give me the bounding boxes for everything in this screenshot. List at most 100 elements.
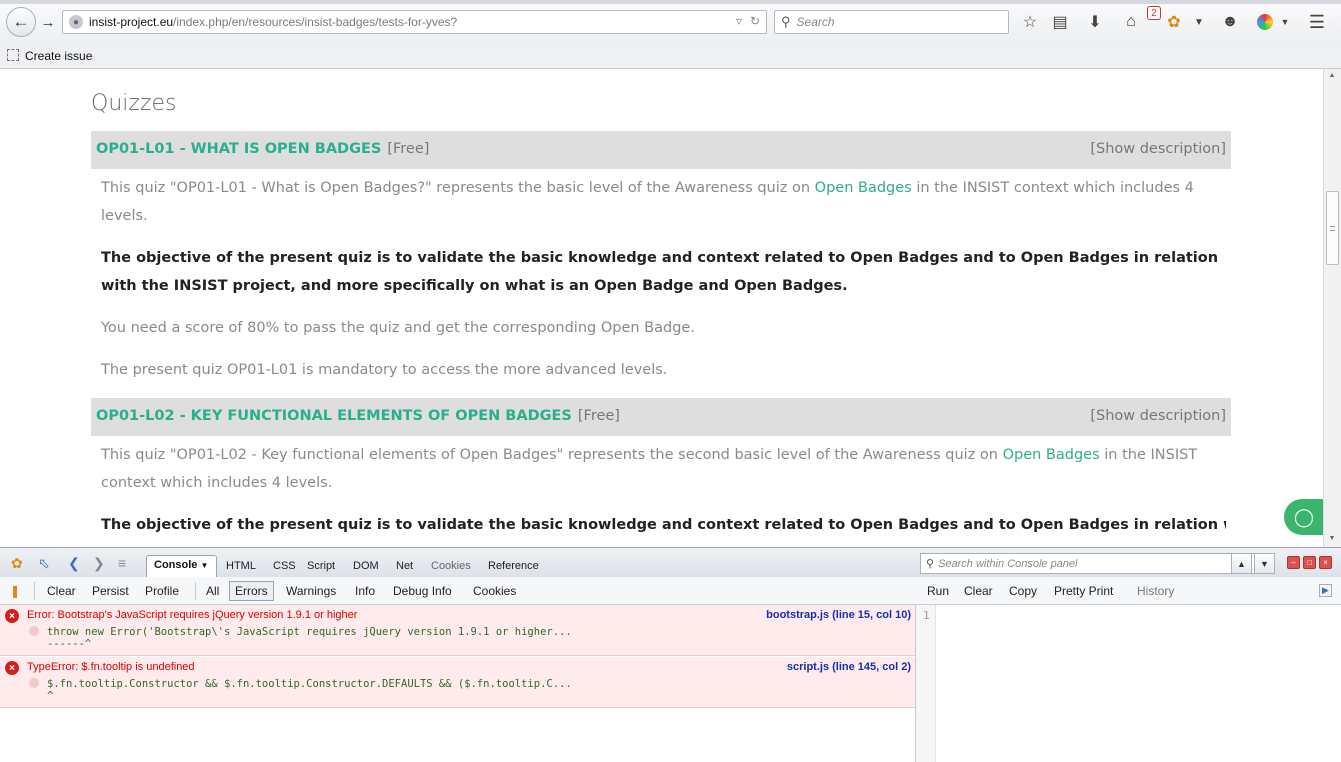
firebug-bug-icon[interactable]: ✿	[11, 555, 23, 572]
inspect-element-icon[interactable]: ⬁	[38, 555, 50, 572]
firebug-icon[interactable]: ✿	[1163, 11, 1185, 33]
error-message: Error: Bootstrap's JavaScript requires j…	[27, 609, 358, 621]
reload-icon[interactable]: ↻	[750, 14, 760, 28]
forward-arrow-icon: →	[40, 13, 56, 31]
notification-badge: 2	[1147, 6, 1161, 20]
error-code-line: $.fn.tooltip.Constructor && $.fn.tooltip…	[47, 678, 572, 690]
filter-errors-button[interactable]: Errors	[229, 581, 274, 601]
quiz-intro: This quiz "OP01-L02 - Key functional ele…	[101, 441, 1221, 497]
search-prev-button[interactable]: ▲	[1231, 553, 1252, 574]
run-button[interactable]: Run	[927, 584, 949, 598]
address-bar[interactable]: ● insist-project.eu/index.php/en/resourc…	[62, 10, 767, 34]
tab-css[interactable]: CSS	[273, 560, 296, 572]
tab-console[interactable]: Console ▼	[146, 555, 218, 578]
show-description-link[interactable]: [Show description]	[1090, 141, 1226, 157]
bookmark-star-icon[interactable]: ☆	[1019, 11, 1041, 33]
detach-panel-button[interactable]: □	[1303, 556, 1316, 569]
clear-button[interactable]: Clear	[47, 584, 76, 598]
url-text[interactable]: insist-project.eu/index.php/en/resources…	[89, 15, 457, 29]
bookmark-create-issue[interactable]: Create issue	[25, 49, 92, 63]
console-search-input[interactable]: ⚲ Search within Console panel	[920, 553, 1275, 574]
browser-toolbar: ← → ● insist-project.eu/index.php/en/res…	[0, 0, 1341, 44]
scroll-up-icon[interactable]: ▲	[1328, 72, 1336, 79]
quiz-title-link[interactable]: OP01-L02 - KEY FUNCTIONAL ELEMENTS OF OP…	[96, 408, 572, 424]
url-host: insist-project.eu	[89, 15, 174, 29]
tab-net[interactable]: Net	[396, 560, 413, 572]
quiz-objective: The objective of the present quiz is to …	[101, 250, 1219, 294]
scrollbar-thumb[interactable]	[1326, 191, 1339, 265]
persist-button[interactable]: Persist	[92, 584, 129, 598]
intro-text: This quiz "OP01-L01 - What is Open Badge…	[101, 180, 815, 196]
error-source-link[interactable]: bootstrap.js (line 15, col 10)	[766, 609, 911, 621]
quiz-title-link[interactable]: OP01-L01 - WHAT IS OPEN BADGES	[96, 141, 381, 157]
error-caret: ------^	[47, 638, 92, 650]
hamburger-menu-icon[interactable]: ☰	[1306, 11, 1328, 33]
chat-bubble-icon: ◯	[1293, 506, 1315, 528]
error-icon: ×	[5, 609, 19, 623]
firebug-tabbar: ✿ ⬁ ❮ ❯ ≡ Console ▼ HTML CSS Script DOM …	[0, 547, 1341, 578]
close-panel-button[interactable]: ×	[1319, 556, 1332, 569]
minimize-panel-button[interactable]: –	[1287, 556, 1300, 569]
open-badges-link[interactable]: Open Badges	[815, 180, 912, 196]
command-editor-icon[interactable]: ≡	[118, 555, 126, 571]
tab-reference[interactable]: Reference	[488, 560, 539, 572]
chevron-down-icon[interactable]: ▼	[1188, 11, 1210, 33]
filter-debug-info-button[interactable]: Debug Info	[393, 584, 452, 598]
home-icon[interactable]: ⌂	[1120, 11, 1142, 33]
pretty-print-button[interactable]: Pretty Print	[1054, 584, 1113, 598]
console-error-row[interactable]: × Error: Bootstrap's JavaScript requires…	[0, 605, 915, 656]
forward-chevron-icon[interactable]: ❯	[93, 555, 105, 572]
addon-dropdown-icon[interactable]: ▼	[1274, 11, 1296, 33]
breakpoint-toggle-icon[interactable]	[29, 678, 39, 688]
profile-button[interactable]: Profile	[145, 584, 179, 598]
scroll-down-icon[interactable]: ▼	[1328, 535, 1336, 542]
command-editor[interactable]: 1	[915, 605, 1341, 762]
tab-html[interactable]: HTML	[226, 560, 256, 572]
console-search-placeholder: Search within Console panel	[938, 557, 1078, 570]
download-icon[interactable]: ⬇	[1084, 11, 1106, 33]
tab-cookies[interactable]: Cookies	[431, 560, 471, 572]
line-number: 1	[923, 609, 930, 622]
error-source-link[interactable]: script.js (line 145, col 2)	[787, 661, 911, 673]
filter-warnings-button[interactable]: Warnings	[286, 584, 336, 598]
chevron-down-icon: ▼	[200, 561, 209, 570]
filter-cookies-button[interactable]: Cookies	[473, 584, 516, 598]
intro-text: This quiz "OP01-L02 - Key functional ele…	[101, 447, 1003, 463]
clear-command-button[interactable]: Clear	[964, 584, 993, 598]
filter-info-button[interactable]: Info	[355, 584, 375, 598]
quiz-price: [Free]	[387, 141, 430, 157]
tab-script[interactable]: Script	[307, 560, 335, 572]
breakpoint-toggle-icon[interactable]	[29, 626, 39, 636]
tab-label: Console	[154, 559, 198, 571]
error-code-line: throw new Error('Bootstrap\'s JavaScript…	[47, 626, 572, 638]
reading-list-icon[interactable]: ▤	[1049, 11, 1071, 33]
quiz-objective: The objective of the present quiz is to …	[101, 517, 1226, 533]
forward-button[interactable]: →	[38, 12, 58, 32]
page-scrollbar[interactable]: ▲ ▼	[1323, 69, 1341, 547]
filter-all-button[interactable]: All	[206, 584, 219, 598]
expand-panel-icon[interactable]: ▶	[1319, 584, 1332, 597]
globe-icon: ●	[69, 15, 83, 29]
back-chevron-icon[interactable]: ❮	[68, 555, 80, 572]
open-badges-link[interactable]: Open Badges	[1003, 447, 1100, 463]
search-icon: ⚲	[926, 558, 935, 570]
back-button[interactable]: ←	[6, 7, 36, 37]
console-error-row[interactable]: × TypeError: $.fn.tooltip is undefined s…	[0, 657, 915, 708]
history-button[interactable]: History	[1137, 584, 1174, 598]
dropdown-arrow-icon[interactable]: ▿	[736, 14, 742, 28]
quiz-intro: This quiz "OP01-L01 - What is Open Badge…	[101, 174, 1221, 230]
chat-icon[interactable]: ☻	[1219, 11, 1241, 33]
url-path: /index.php/en/resources/insist-badges/te…	[173, 15, 458, 29]
break-on-error-icon[interactable]: ❚	[10, 584, 20, 598]
copy-button[interactable]: Copy	[1009, 584, 1037, 598]
show-description-link[interactable]: [Show description]	[1090, 408, 1226, 424]
search-input[interactable]: ⚲ Search	[774, 10, 1009, 34]
chat-bubble-button[interactable]: ◯	[1284, 499, 1323, 535]
tab-dom[interactable]: DOM	[353, 560, 379, 572]
error-icon: ×	[5, 661, 19, 675]
search-next-button[interactable]: ▼	[1254, 553, 1275, 574]
search-icon: ⚲	[781, 14, 791, 29]
page-title: Quizzes	[91, 91, 177, 116]
quiz-header: OP01-L02 - KEY FUNCTIONAL ELEMENTS OF OP…	[91, 398, 1231, 436]
colorful-addon-icon[interactable]	[1254, 11, 1276, 33]
